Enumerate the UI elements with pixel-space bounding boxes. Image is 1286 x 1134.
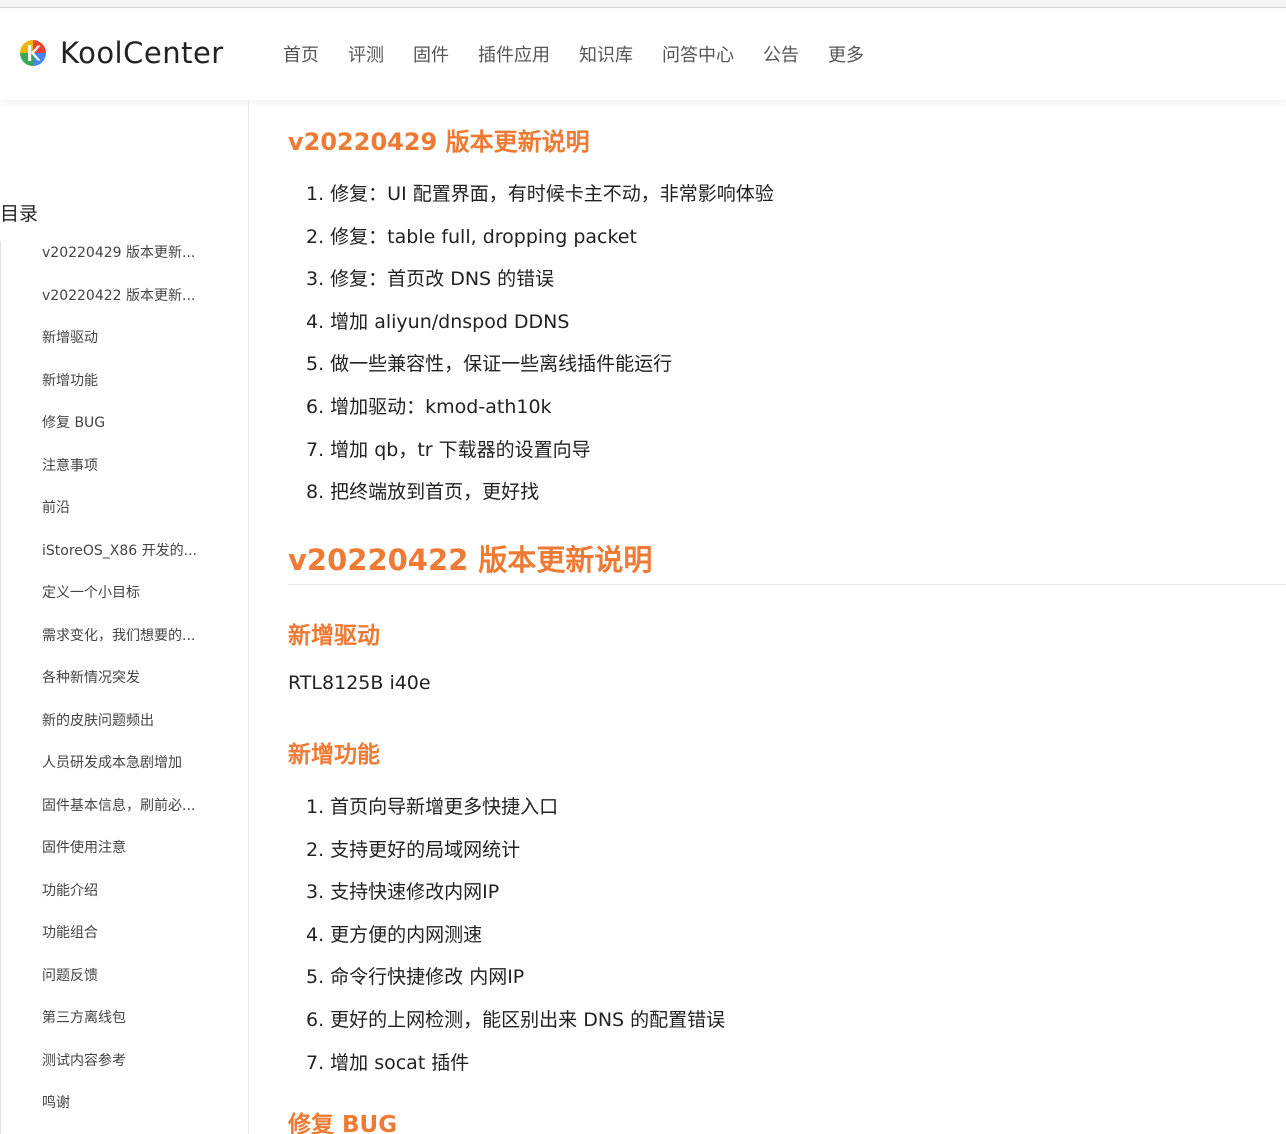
section-divider: [288, 584, 1286, 585]
list-item: 4. 更方便的内网测速: [306, 923, 483, 946]
toc-item[interactable]: 修复 BUG: [1, 411, 248, 454]
list-item: 5. 做一些兼容性，保证一些离线插件能运行: [306, 353, 673, 376]
section-title-v20220422: v20220422 版本更新说明: [288, 543, 653, 577]
toc-item[interactable]: 定义一个小目标: [1, 581, 248, 624]
subsection-title-bugfix: 修复 BUG: [288, 1112, 398, 1134]
nav-knowledge-base[interactable]: 知识库: [579, 41, 633, 67]
list-item: 6. 增加驱动：kmod-ath10k: [306, 395, 552, 418]
list-item: 7. 增加 socat 插件: [306, 1051, 470, 1074]
site-header: KoolCenter 首页 评测 固件 插件应用 知识库 问答中心 公告 更多: [0, 9, 1286, 100]
nav-more[interactable]: 更多: [828, 41, 864, 67]
toc-item[interactable]: 各种新情况突发: [1, 666, 248, 709]
toc-list: v20220429 版本更新... v20220422 版本更新... 新增驱动…: [0, 241, 248, 1134]
toc-item[interactable]: 固件基本信息，刷前必...: [1, 794, 248, 837]
toc-item[interactable]: 功能组合: [1, 921, 248, 964]
toc-item[interactable]: v20220422 版本更新...: [1, 284, 248, 327]
features-list: 1. 首页向导新增更多快捷入口 2. 支持更好的局域网统计 3. 支持快速修改内…: [306, 792, 725, 1090]
section-title-v20220429: v20220429 版本更新说明: [288, 128, 590, 156]
list-item: 1. 首页向导新增更多快捷入口: [306, 796, 559, 818]
drivers-text: RTL8125B i40e: [288, 672, 431, 694]
toc-item[interactable]: 测试内容参考: [1, 1049, 248, 1092]
toc-item[interactable]: 新增功能: [1, 369, 248, 412]
toc-item[interactable]: 需求变化，我们想要的...: [1, 624, 248, 667]
browser-top-edge: [0, 0, 1286, 8]
toc-item[interactable]: 前沿: [1, 496, 248, 539]
koolcenter-logo-icon: [20, 40, 46, 66]
site-logo[interactable]: KoolCenter: [18, 36, 224, 70]
nav-qa-center[interactable]: 问答中心: [662, 41, 734, 67]
list-item: 4. 增加 aliyun/dnspod DDNS: [306, 310, 570, 333]
toc-title: 目录: [0, 203, 39, 225]
toc-item[interactable]: 鸣谢: [1, 1091, 248, 1134]
changelog-list-v20220429: 1. 修复：UI 配置界面，有时候卡主不动，非常影响体验 2. 修复：table…: [306, 179, 774, 520]
toc-item[interactable]: 新的皮肤问题频出: [1, 709, 248, 752]
nav-home[interactable]: 首页: [283, 41, 319, 67]
toc-sidebar: 目录 v20220429 版本更新... v20220422 版本更新... 新…: [0, 100, 249, 1134]
list-item: 7. 增加 qb，tr 下载器的设置向导: [306, 438, 591, 461]
list-item: 2. 支持更好的局域网统计: [306, 838, 521, 861]
nav-plugins[interactable]: 插件应用: [478, 41, 550, 67]
nav-reviews[interactable]: 评测: [348, 41, 384, 67]
toc-item[interactable]: 问题反馈: [1, 964, 248, 1007]
toc-item[interactable]: 新增驱动: [1, 326, 248, 369]
list-item: 3. 支持快速修改内网IP: [306, 881, 500, 904]
list-item: 5. 命令行快捷修改 内网IP: [306, 966, 525, 989]
toc-item[interactable]: 功能介绍: [1, 879, 248, 922]
subsection-title-features: 新增功能: [288, 742, 380, 768]
list-item: 3. 修复：首页改 DNS 的错误: [306, 268, 555, 291]
main-nav: 首页 评测 固件 插件应用 知识库 问答中心 公告 更多: [283, 41, 893, 67]
toc-item[interactable]: 固件使用注意: [1, 836, 248, 879]
subsection-title-drivers: 新增驱动: [288, 623, 380, 649]
nav-announcements[interactable]: 公告: [763, 41, 799, 67]
list-item: 8. 把终端放到首页，更好找: [306, 481, 540, 504]
nav-firmware[interactable]: 固件: [413, 41, 449, 67]
toc-item[interactable]: 人员研发成本急剧增加: [1, 751, 248, 794]
list-item: 6. 更好的上网检测，能区别出来 DNS 的配置错误: [306, 1008, 726, 1031]
list-item: 2. 修复：table full, dropping packet: [306, 225, 637, 248]
toc-item[interactable]: v20220429 版本更新...: [1, 241, 248, 284]
toc-item[interactable]: 注意事项: [1, 454, 248, 497]
toc-item[interactable]: 第三方离线包: [1, 1006, 248, 1049]
logo-text: KoolCenter: [60, 36, 224, 70]
toc-item[interactable]: iStoreOS_X86 开发的...: [1, 539, 248, 582]
list-item: 1. 修复：UI 配置界面，有时候卡主不动，非常影响体验: [306, 183, 774, 205]
